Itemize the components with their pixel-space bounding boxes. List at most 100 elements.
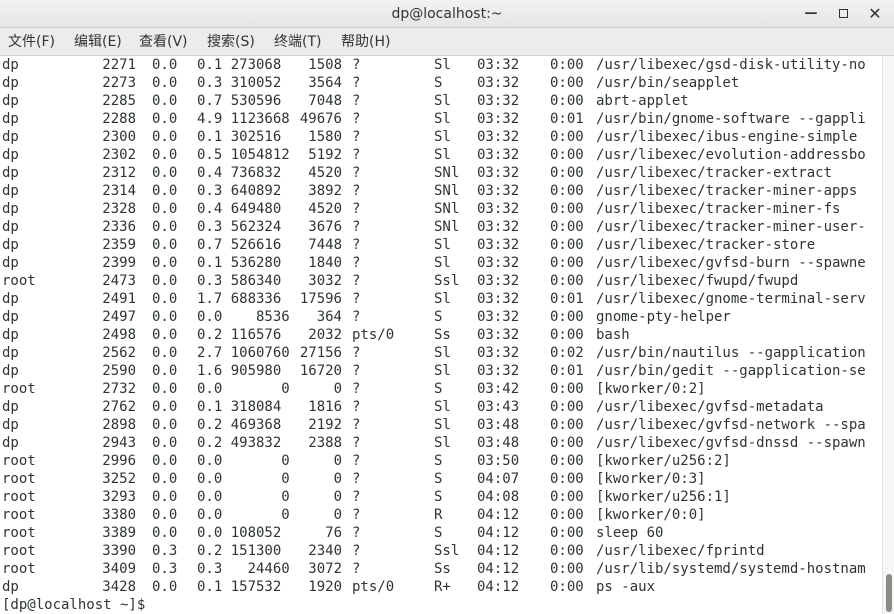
process-row: dp 2312 0.0 0.4 736832 4520? SNl 03:32 0:00/usr… [0,164,882,182]
cell-rss: 17596 [299,291,342,307]
menu-file[interactable]: 文件(F) [8,28,55,56]
cell-cpu: 0.0 [152,381,178,397]
cell-mem-vsz: 0.0 0 [197,507,290,523]
cell-stat: SNl [434,183,460,199]
cell-pid: 3409 [102,561,136,577]
text-cursor [154,598,162,613]
cell-tty: ? [352,255,361,271]
cell-mem-vsz: 0.0 0 [197,489,290,505]
cell-user: dp [2,75,19,91]
cell-command: /usr/libexec/tracker-miner-user- [596,219,866,235]
minimize-button[interactable]: — [800,3,822,25]
terminal-output[interactable]: dp 2271 0.0 0.1 273068 1508? Sl 03:32 0:00/usr/… [0,56,882,614]
vertical-scrollbar[interactable] [882,56,894,614]
cell-rss: 27156 [299,345,342,361]
cell-user: root [2,525,36,541]
cell-stat: R+ [434,579,451,595]
cell-command: [kworker/0:0] [596,507,706,523]
process-row: root 3293 0.0 0.0 0 0? S 04:08 0:00 [kworker/u25… [0,488,882,506]
cell-stat: SNl [434,219,460,235]
cell-rss: 2192 [308,417,342,433]
cell-pid: 2762 [102,399,136,415]
cell-user: dp [2,399,19,415]
cell-tty: ? [352,525,361,541]
cell-mem-vsz: 1.6 905980 [197,363,282,379]
cell-cpu: 0.0 [152,579,178,595]
cell-pid: 3380 [102,507,136,523]
cell-start: 03:43 [477,399,520,415]
cell-command: /usr/libexec/gnome-terminal-serv [596,291,866,307]
menu-help[interactable]: 帮助(H) [341,28,390,56]
scrollbar-thumb[interactable] [886,574,892,612]
menu-terminal[interactable]: 终端(T) [274,28,321,56]
close-button[interactable]: ✕ [864,3,886,25]
cell-pid: 3428 [102,579,136,595]
cell-stat: SNl [434,201,460,217]
cell-stat: SNl [434,165,460,181]
cell-stat: S [434,525,443,541]
cell-rss: 49676 [299,111,342,127]
cell-time: 0:00 [550,237,584,253]
cell-mem-vsz: 0.0 0 [197,381,290,397]
menu-edit[interactable]: 编辑(E) [74,28,122,56]
cell-mem-vsz: 0.2 116576 [197,327,282,343]
shell-prompt-line[interactable]: [dp@localhost ~]$ [0,596,882,614]
cell-tty: ? [352,183,361,199]
cell-cpu: 0.0 [152,435,178,451]
process-row: dp 2898 0.0 0.2 469368 2192? Sl 03:48 0:00/usr/… [0,416,882,434]
cell-tty: ? [352,543,361,559]
cell-pid: 2312 [102,165,136,181]
cell-mem-vsz: 0.1 157532 [197,579,282,595]
cell-time: 0:00 [550,525,584,541]
cell-cpu: 0.0 [152,309,178,325]
cell-tty: ? [352,165,361,181]
cell-mem-vsz: 2.7 1060760 [197,345,290,361]
cell-pid: 2590 [102,363,136,379]
cell-cpu: 0.3 [152,561,178,577]
cell-stat: Sl [434,237,451,253]
cell-time: 0:00 [550,147,584,163]
cell-tty: ? [352,237,361,253]
cell-cpu: 0.0 [152,183,178,199]
title-bar[interactable]: dp@localhost:~ — ✕ [0,0,894,28]
cell-cpu: 0.0 [152,57,178,73]
process-row: root 3389 0.0 0.0 108052 76? S 04:12 0:00 sleep … [0,524,882,542]
cell-start: 03:48 [477,435,520,451]
cell-mem-vsz: 0.2 151300 [197,543,282,559]
cell-user: root [2,453,36,469]
cell-command: [kworker/0:2] [596,381,706,397]
cell-pid: 2328 [102,201,136,217]
cell-time: 0:00 [550,273,584,289]
menu-view[interactable]: 查看(V) [139,28,188,56]
cell-stat: S [434,471,443,487]
cell-start: 03:32 [477,57,520,73]
cell-rss: 76 [325,525,342,541]
process-row: root 2473 0.0 0.3 586340 3032? Ssl 03:32 0:00/u… [0,272,882,290]
menu-search[interactable]: 搜索(S) [207,28,255,56]
cell-stat: Sl [434,129,451,145]
cell-start: 03:32 [477,165,520,181]
cell-tty: ? [352,471,361,487]
cell-command: /usr/libexec/fprintd [596,543,765,559]
cell-stat: S [434,453,443,469]
cell-pid: 2359 [102,237,136,253]
cell-command: /usr/bin/nautilus --gapplication [596,345,866,361]
cell-rss: 3892 [308,183,342,199]
cell-command: /usr/libexec/tracker-miner-fs [596,201,841,217]
cell-cpu: 0.0 [152,273,178,289]
cell-time: 0:00 [550,255,584,271]
cell-start: 03:32 [477,147,520,163]
cell-mem-vsz: 0.0 8536 [197,309,290,325]
cell-command: /usr/libexec/gvfsd-burn --spawne [596,255,866,271]
cell-command: ps -aux [596,579,656,595]
cell-start: 03:32 [477,201,520,217]
cell-stat: Ssl [434,543,460,559]
cell-time: 0:00 [550,579,584,595]
process-row: dp 2314 0.0 0.3 640892 3892? SNl 03:32 0:00/usr… [0,182,882,200]
cell-rss: 2388 [308,435,342,451]
cell-user: dp [2,129,19,145]
cell-user: dp [2,165,19,181]
cell-user: dp [2,219,19,235]
maximize-button[interactable] [832,3,854,25]
cell-command: [kworker/u256:2] [596,453,731,469]
